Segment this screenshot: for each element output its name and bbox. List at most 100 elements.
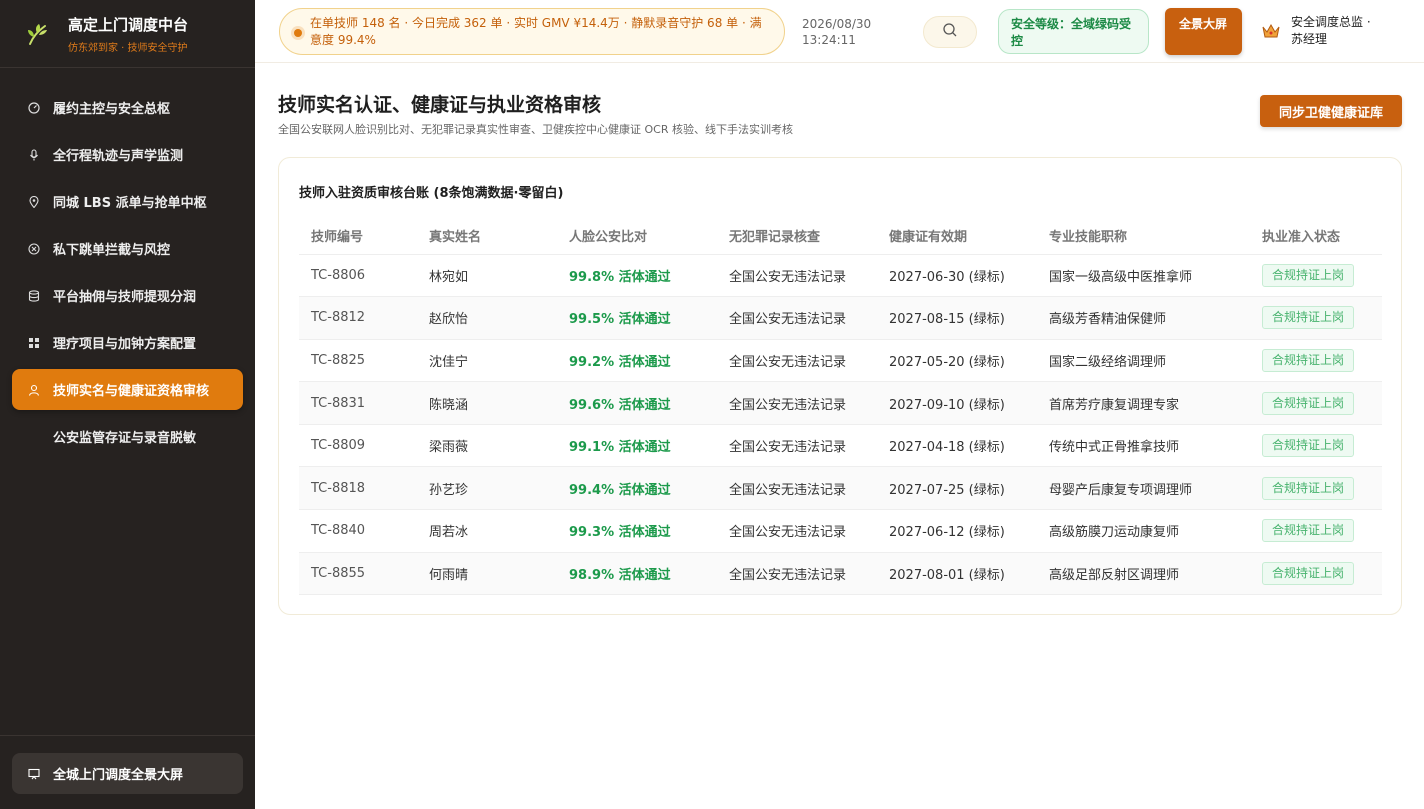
table-header-row: 技师编号 真实姓名 人脸公安比对 无犯罪记录核查 健康证有效期 专业技能职称 执… [299,217,1382,255]
current-date: 2026/08/30 [802,17,872,31]
status-badge: 合规持证上岗 [1262,306,1355,330]
table-row[interactable]: TC-8825 沈佳宁 99.2% 活体通过 全国公安无违法记录 2027-05… [299,339,1382,383]
qualification-ledger-card: 技师入驻资质审核台账 (8条饱满数据·零留白) 技师编号 真实姓名 人脸公安比对… [278,157,1402,615]
status-badge: 合规持证上岗 [1262,263,1355,287]
cell-real-name: 沈佳宁 [429,339,569,383]
monitor-icon [28,768,40,780]
cell-status: 合规持证上岗 [1262,381,1382,425]
cell-tech-id: TC-8831 [299,381,429,425]
database-icon [28,289,40,302]
cell-health-cert: 2027-06-12 (绿标) [889,509,1049,553]
cell-real-name: 林宛如 [429,254,569,298]
city-dashboard-button[interactable]: 全城上门调度全景大屏 [12,753,243,794]
cell-health-cert: 2027-04-18 (绿标) [889,424,1049,468]
table-row[interactable]: TC-8855 何雨晴 98.9% 活体通过 全国公安无违法记录 2027-08… [299,552,1382,596]
sidebar-item-label: 公安监管存证与录音脱敏 [53,431,197,446]
brand: 高定上门调度中台 仿东郊到家 · 技师安全守护 [0,0,255,68]
cell-face-compare: 99.8% 活体通过 [569,254,729,298]
map-pin-icon [28,195,40,208]
cell-criminal-record: 全国公安无违法记录 [729,466,889,511]
cell-face-compare: 98.9% 活体通过 [569,552,729,596]
sidebar-item-qualification[interactable]: 技师实名与健康证资格审核 [12,369,243,410]
cell-status: 合规持证上岗 [1262,254,1382,298]
cell-criminal-record: 全国公安无违法记录 [729,424,889,468]
sidebar-item-label: 全行程轨迹与声学监测 [53,149,184,164]
cell-real-name: 赵欣怡 [429,296,569,340]
topbar: 在单技师 148 名 · 今日完成 362 单 · 实时 GMV ¥14.4万 … [255,0,1424,63]
search-button[interactable] [923,16,977,48]
sidebar-item-police-evidence[interactable]: 公安监管存证与录音脱敏 [12,416,243,457]
cell-status: 合规持证上岗 [1262,466,1382,511]
cell-tech-id: TC-8806 [299,254,429,298]
status-badge: 合规持证上岗 [1262,434,1355,458]
search-icon [942,22,958,42]
sidebar-item-dispatch[interactable]: 同城 LBS 派单与抢单中枢 [12,181,243,222]
gauge-icon [28,101,40,114]
table-row[interactable]: TC-8812 赵欣怡 99.5% 活体通过 全国公安无违法记录 2027-08… [299,296,1382,340]
microphone-icon [28,148,40,161]
cell-tech-id: TC-8812 [299,296,429,340]
sidebar-item-label: 私下跳单拦截与风控 [53,243,171,258]
sync-health-cert-button[interactable]: 同步卫健健康证库 [1260,95,1402,127]
table-row[interactable]: TC-8806 林宛如 99.8% 活体通过 全国公安无违法记录 2027-06… [299,254,1382,298]
header-face-compare: 人脸公安比对 [569,217,729,255]
header-real-name: 真实姓名 [429,217,569,255]
cell-status: 合规持证上岗 [1262,509,1382,553]
sidebar-item-label: 同城 LBS 派单与抢单中枢 [53,196,207,211]
cell-criminal-record: 全国公安无违法记录 [729,381,889,425]
cell-health-cert: 2027-08-01 (绿标) [889,552,1049,596]
security-level-badge: 安全等级：全域绿码受控 [998,9,1149,54]
sidebar-item-label: 技师实名与健康证资格审核 [53,384,210,399]
qualification-table: 技师编号 真实姓名 人脸公安比对 无犯罪记录核查 健康证有效期 专业技能职称 执… [299,217,1382,596]
cell-skill-title: 高级芳香精油保健师 [1049,296,1262,340]
header-health-cert: 健康证有效期 [889,217,1049,255]
crown-icon [1261,21,1281,41]
leaf-icon [24,20,52,48]
table-row[interactable]: TC-8809 梁雨薇 99.1% 活体通过 全国公安无违法记录 2027-04… [299,424,1382,468]
cell-skill-title: 国家一级高级中医推拿师 [1049,254,1262,298]
fullscreen-button[interactable]: 全景大屏 [1165,8,1242,55]
table-row[interactable]: TC-8831 陈晓涵 99.6% 活体通过 全国公安无违法记录 2027-09… [299,381,1382,425]
cell-criminal-record: 全国公安无违法记录 [729,339,889,383]
status-badge: 合规持证上岗 [1262,348,1355,372]
cell-skill-title: 首席芳疗康复调理专家 [1049,381,1262,425]
cell-criminal-record: 全国公安无违法记录 [729,509,889,553]
card-title: 技师入驻资质审核台账 (8条饱满数据·零留白) [299,186,564,201]
cell-status: 合规持证上岗 [1262,552,1382,596]
sidebar-item-risk-control[interactable]: 私下跳单拦截与风控 [12,228,243,269]
header-criminal-record: 无犯罪记录核查 [729,217,889,255]
cell-tech-id: TC-8809 [299,424,429,468]
status-badge: 合规持证上岗 [1262,519,1355,543]
grid-icon [28,337,40,349]
cell-skill-title: 母婴产后康复专项调理师 [1049,466,1262,511]
datetime: 2026/08/30 13:24:11 [802,16,871,48]
status-badge: 合规持证上岗 [1262,476,1355,500]
cell-tech-id: TC-8840 [299,509,429,553]
sidebar-item-projects[interactable]: 理疗项目与加钟方案配置 [12,322,243,363]
user-icon [28,384,40,396]
current-time: 13:24:11 [802,33,856,47]
page-subtitle: 全国公安联网人脸识别比对、无犯罪记录真实性审查、卫健疾控中心健康证 OCR 核验… [278,123,793,136]
cell-real-name: 梁雨薇 [429,424,569,468]
cell-status: 合规持证上岗 [1262,424,1382,468]
brand-title: 高定上门调度中台 [68,15,189,34]
ticker-text: 在单技师 148 名 · 今日完成 362 单 · 实时 GMV ¥14.4万 … [310,16,762,47]
cell-face-compare: 99.1% 活体通过 [569,424,729,468]
table-row[interactable]: TC-8840 周若冰 99.3% 活体通过 全国公安无违法记录 2027-06… [299,509,1382,553]
sidebar: 高定上门调度中台 仿东郊到家 · 技师安全守护 履约主控与安全总枢 全行程轨迹与… [0,0,255,809]
sidebar-item-track-monitor[interactable]: 全行程轨迹与声学监测 [12,134,243,175]
cell-face-compare: 99.5% 活体通过 [569,296,729,340]
sidebar-item-commission[interactable]: 平台抽佣与技师提现分润 [12,275,243,316]
table-row[interactable]: TC-8818 孙艺珍 99.4% 活体通过 全国公安无违法记录 2027-07… [299,466,1382,511]
cell-real-name: 孙艺珍 [429,466,569,511]
sidebar-item-label: 平台抽佣与技师提现分润 [53,290,197,305]
page-title: 技师实名认证、健康证与执业资格审核 [278,94,602,116]
user-profile[interactable]: 安全调度总监 · 苏经理 [1261,14,1385,48]
cell-real-name: 何雨晴 [429,552,569,596]
brand-subtitle: 仿东郊到家 · 技师安全守护 [68,42,188,54]
sidebar-item-fulfillment[interactable]: 履约主控与安全总枢 [12,87,243,128]
cell-skill-title: 高级足部反射区调理师 [1049,552,1262,596]
live-ticker: 在单技师 148 名 · 今日完成 362 单 · 实时 GMV ¥14.4万 … [279,8,785,55]
cell-criminal-record: 全国公安无违法记录 [729,296,889,340]
cell-status: 合规持证上岗 [1262,339,1382,383]
